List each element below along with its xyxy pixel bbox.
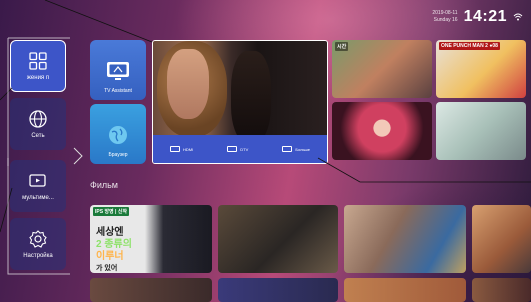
- movie-poster-7[interactable]: [344, 278, 466, 302]
- content-thumb-1[interactable]: 시간: [332, 40, 432, 98]
- sidebar-item-label: жения п: [26, 75, 50, 81]
- more-icon: [282, 146, 293, 152]
- browser-tile[interactable]: Браузер: [90, 104, 146, 164]
- clock: 14:21: [463, 8, 507, 25]
- source-hdmi[interactable]: HDMI: [170, 146, 193, 152]
- sidebar-item-network[interactable]: Сеть: [10, 98, 66, 150]
- tv-assistant-icon: [107, 62, 129, 80]
- sidebar-item-settings[interactable]: Настройка: [10, 218, 66, 270]
- source-dtv[interactable]: DTV: [227, 146, 248, 152]
- sidebar-item-label: Сеть: [31, 133, 45, 139]
- section-title-movies: Фильм: [90, 180, 118, 190]
- movie-poster-8[interactable]: [472, 278, 531, 302]
- browser-icon: [109, 126, 127, 144]
- movie-poster-4[interactable]: [472, 205, 531, 273]
- status-bar: 2019-08-11 Sunday 16 14:21: [432, 8, 523, 26]
- live-tv-preview[interactable]: HDMI DTV Больше: [152, 40, 328, 164]
- media-icon: [29, 174, 46, 187]
- sidebar-item-label: Настройка: [23, 253, 53, 259]
- movie-poster-6[interactable]: [218, 278, 338, 302]
- source-more[interactable]: Больше: [282, 146, 310, 152]
- browser-label: Браузер: [108, 152, 128, 158]
- movie-poster-2[interactable]: [218, 205, 338, 273]
- gear-icon: [29, 230, 47, 248]
- input-sources-bar: HDMI DTV Больше: [153, 135, 327, 163]
- movie-poster-5[interactable]: [90, 278, 212, 302]
- preview-person-silhouette: [231, 51, 271, 143]
- movie-poster-1[interactable]: IPS 방영 | 신작 세상엔 2 종류의 이루너 가 있어: [90, 205, 212, 273]
- tv-assistant-tile[interactable]: TV Assistant: [90, 40, 146, 100]
- globe-icon: [29, 110, 47, 128]
- dtv-icon: [227, 146, 238, 152]
- grid-icon: [29, 52, 47, 70]
- content-thumb-3[interactable]: [332, 102, 432, 160]
- date-line-1: 2019-08-11: [432, 10, 458, 16]
- preview-person-face: [167, 49, 209, 119]
- content-thumb-2[interactable]: ONE PUNCH MAN 2 ●08: [436, 40, 526, 98]
- date-display: 2019-08-11 Sunday 16: [432, 10, 457, 24]
- date-line-2: Sunday 16: [433, 17, 458, 23]
- tv-assistant-label: TV Assistant: [104, 88, 132, 94]
- sidebar-item-multimedia[interactable]: мультиме...: [10, 160, 66, 212]
- content-thumb-4[interactable]: [436, 102, 526, 160]
- hdmi-icon: [170, 146, 181, 152]
- poster-title: 세상엔 2 종류의 이루너 가 있어: [96, 227, 132, 272]
- movie-poster-3[interactable]: [344, 205, 466, 273]
- sidebar-item-label: мультиме...: [22, 195, 54, 201]
- wifi-icon: [513, 13, 523, 21]
- sidebar-item-apps[interactable]: жения п: [10, 40, 66, 92]
